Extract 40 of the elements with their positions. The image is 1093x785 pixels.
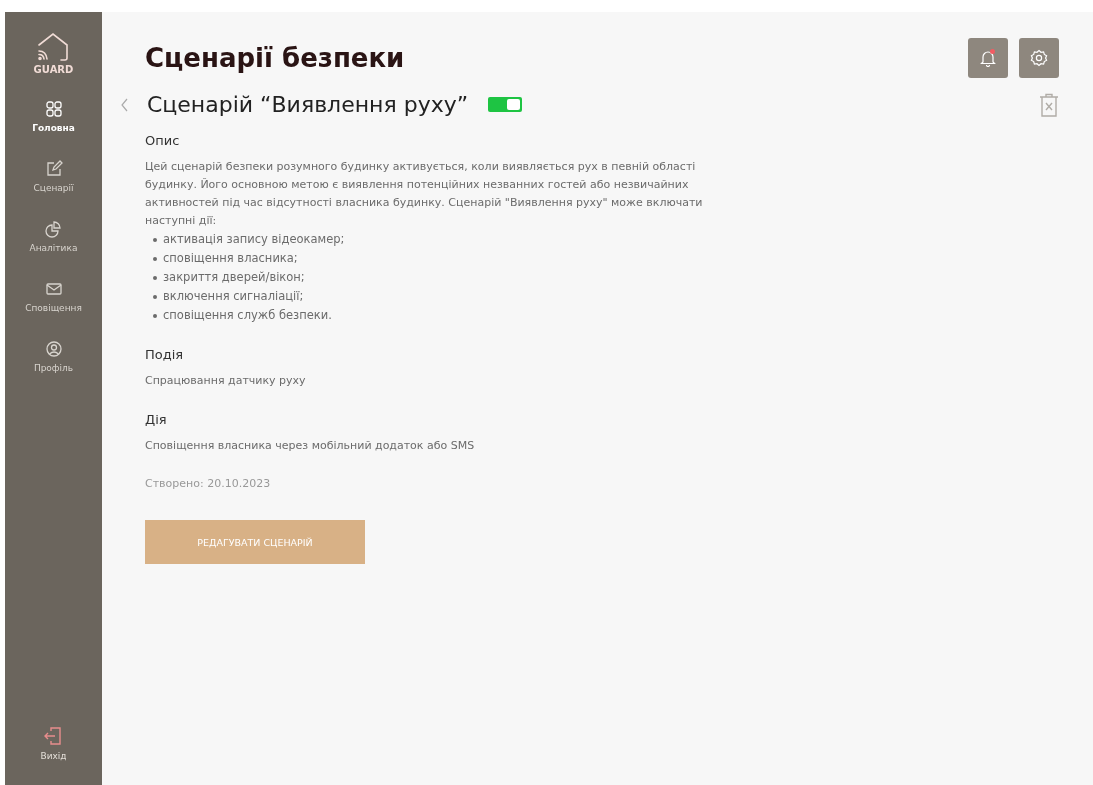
grid-icon <box>44 100 63 118</box>
logout-icon <box>43 726 64 746</box>
list-item: сповіщення служб безпеки. <box>163 307 332 324</box>
bell-icon <box>980 49 996 67</box>
section-text: Сповіщення власника через мобільний додаток або SMS <box>145 438 476 454</box>
bullet-icon <box>153 237 157 242</box>
notifications-button[interactable] <box>968 38 1008 78</box>
pie-chart-icon <box>44 220 63 238</box>
envelope-icon <box>44 280 63 298</box>
bullet-icon <box>153 313 157 318</box>
user-icon <box>44 340 63 358</box>
list-item: закриття дверей/вікон; <box>163 269 305 286</box>
list-item: сповіщення власника; <box>163 250 298 267</box>
bullet-icon <box>153 256 157 261</box>
created-date: Створено: 20.10.2023 <box>145 477 272 490</box>
section-heading: Опис <box>145 133 181 148</box>
settings-button[interactable] <box>1019 38 1059 78</box>
list-item: включення сигналіації; <box>163 288 304 305</box>
list-item: активація запису відеокамер; <box>163 231 345 248</box>
trash-icon[interactable] <box>1039 92 1059 117</box>
logout-button[interactable]: Вихід <box>40 726 67 761</box>
bullet-icon <box>153 294 157 299</box>
settings-icon <box>1030 49 1048 67</box>
bullet-icon <box>153 275 157 280</box>
section-heading: Дія <box>145 412 168 427</box>
nav-item[interactable]: Сповіщення <box>25 280 82 313</box>
nav-item[interactable]: Сценарії <box>33 160 74 193</box>
edit-icon <box>44 160 63 178</box>
nav-item[interactable]: Головна <box>32 100 75 133</box>
back-icon[interactable] <box>119 96 129 113</box>
section-text: Цей сценарій безпеки розумного будинку активується, коли виявляється рух в певній області будинку. Його основною метою є виявлення потенційних незванних гостей або незвичайних активностей під час відсутності власника будинку. Сценарій "Виявлення руху" може включати наступні дії: <box>145 159 704 229</box>
house-wifi-icon <box>36 32 71 62</box>
section-heading: Подія <box>145 347 185 362</box>
nav-item[interactable]: Аналітика <box>29 220 78 253</box>
nav-item[interactable]: Профіль <box>33 340 74 373</box>
scenario-title: Сценарій “Виявлення руху” <box>147 92 469 117</box>
page-title: Сценарії безпеки <box>145 43 405 73</box>
section-text: Спрацювання датчику руху <box>145 373 307 389</box>
logo-text: GUARD <box>33 64 74 75</box>
toggle-switch[interactable] <box>488 97 523 112</box>
